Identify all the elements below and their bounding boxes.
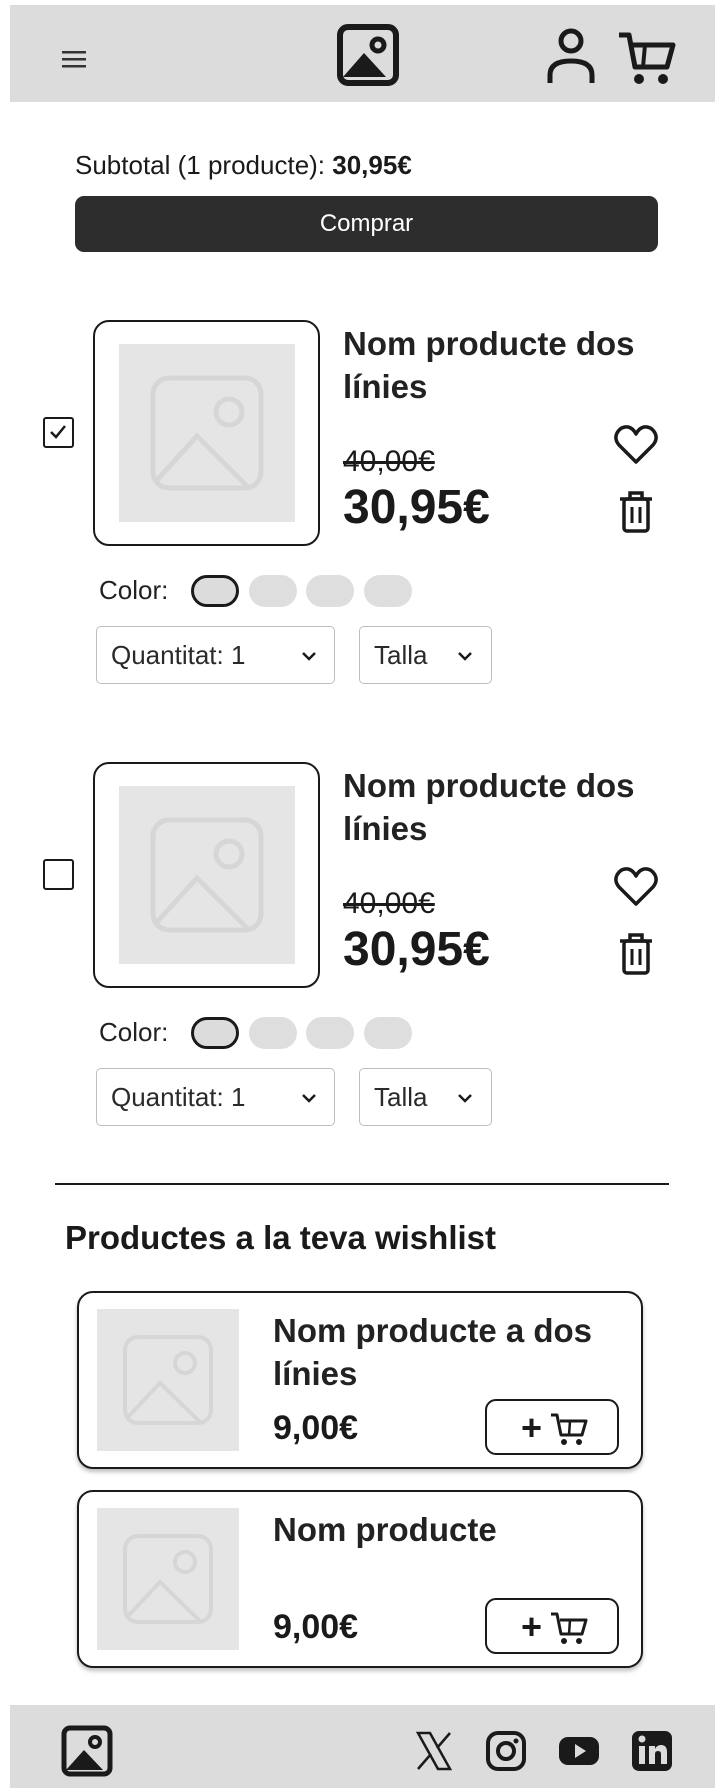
cart-icon[interactable] [613, 27, 679, 89]
wishlist-card[interactable]: Nom producte 9,00€ + [77, 1490, 643, 1668]
quantity-select-label: Quantitat: 1 [111, 1082, 246, 1112]
linkedin-icon[interactable] [628, 1727, 676, 1775]
wishlist-product-name[interactable]: Nom producte [273, 1508, 633, 1551]
cart-item: Nom producte dos línies 40,00€ 30,95€ Co… [0, 762, 715, 1142]
item-checkbox[interactable] [43, 859, 74, 890]
cart-icon [551, 1612, 588, 1644]
color-swatch-selected[interactable] [191, 575, 239, 607]
top-header [10, 5, 715, 102]
quantity-select[interactable]: Quantitat: 1 [96, 626, 335, 684]
chevron-down-icon [302, 652, 316, 661]
size-select-label: Talla [374, 1082, 428, 1112]
color-swatch[interactable] [306, 1017, 354, 1049]
heart-icon[interactable] [613, 424, 659, 466]
color-swatch[interactable] [249, 575, 297, 607]
item-checkbox[interactable] [43, 417, 74, 448]
current-price: 30,95€ [343, 481, 490, 534]
size-select[interactable]: Talla [359, 626, 492, 684]
subtotal-text: Subtotal (1 producte): 30,95€ [75, 150, 412, 181]
chevron-down-icon [458, 1094, 472, 1103]
color-swatch-selected[interactable] [191, 1017, 239, 1049]
trash-icon[interactable] [617, 490, 655, 534]
section-divider [55, 1183, 669, 1185]
size-select[interactable]: Talla [359, 1068, 492, 1126]
wishlist-title: Productes a la teva wishlist [65, 1219, 496, 1256]
color-swatch[interactable] [364, 1017, 412, 1049]
buy-button[interactable]: Comprar [75, 196, 658, 252]
quantity-select-label: Quantitat: 1 [111, 640, 246, 670]
image-placeholder-icon [123, 1335, 213, 1425]
color-swatch[interactable] [364, 575, 412, 607]
wishlist-price: 9,00€ [273, 1608, 359, 1646]
hamburger-menu-icon[interactable] [50, 35, 98, 83]
color-swatch[interactable] [306, 575, 354, 607]
check-icon [50, 425, 66, 439]
color-label: Color: [99, 1017, 169, 1047]
heart-icon[interactable] [613, 866, 659, 908]
current-price: 30,95€ [343, 923, 490, 976]
wishlist-product-name[interactable]: Nom producte a dos línies [273, 1309, 633, 1395]
image-placeholder-icon [123, 1534, 213, 1624]
cart-item: Nom producte dos línies 40,00€ 30,95€ Co… [0, 320, 715, 700]
add-plus-label: + [521, 1606, 543, 1647]
subtotal-label: Subtotal (1 producte): [75, 150, 333, 180]
product-image-frame[interactable] [93, 320, 320, 546]
product-image-frame[interactable] [93, 762, 320, 988]
image-logo-icon[interactable] [59, 1723, 115, 1779]
chevron-down-icon [302, 1094, 316, 1103]
add-plus-label: + [521, 1407, 543, 1448]
image-placeholder-icon [150, 375, 264, 491]
x-icon[interactable] [410, 1727, 458, 1775]
old-price: 40,00€ [343, 445, 435, 478]
wishlist-image-placeholder [97, 1309, 239, 1451]
youtube-icon[interactable] [555, 1727, 603, 1775]
add-to-cart-button[interactable]: + [485, 1399, 619, 1455]
user-icon[interactable] [538, 23, 604, 89]
color-label: Color: [99, 575, 169, 605]
chevron-down-icon [458, 652, 472, 661]
wishlist-card[interactable]: Nom producte a dos línies 9,00€ + [77, 1291, 643, 1469]
subtotal-value: 30,95€ [332, 150, 412, 180]
wishlist-image-placeholder [97, 1508, 239, 1650]
trash-icon[interactable] [617, 932, 655, 976]
product-image-placeholder [119, 786, 295, 964]
image-placeholder-icon [150, 817, 264, 933]
instagram-icon[interactable] [482, 1727, 530, 1775]
color-swatch[interactable] [249, 1017, 297, 1049]
cart-icon [551, 1413, 588, 1445]
footer [10, 1705, 715, 1788]
product-name[interactable]: Nom producte dos línies [343, 764, 673, 850]
old-price: 40,00€ [343, 887, 435, 920]
quantity-select[interactable]: Quantitat: 1 [96, 1068, 335, 1126]
wishlist-price: 9,00€ [273, 1409, 359, 1447]
product-name[interactable]: Nom producte dos línies [343, 322, 673, 408]
product-image-placeholder [119, 344, 295, 522]
add-to-cart-button[interactable]: + [485, 1598, 619, 1654]
image-logo-icon[interactable] [334, 21, 402, 89]
size-select-label: Talla [374, 640, 428, 670]
